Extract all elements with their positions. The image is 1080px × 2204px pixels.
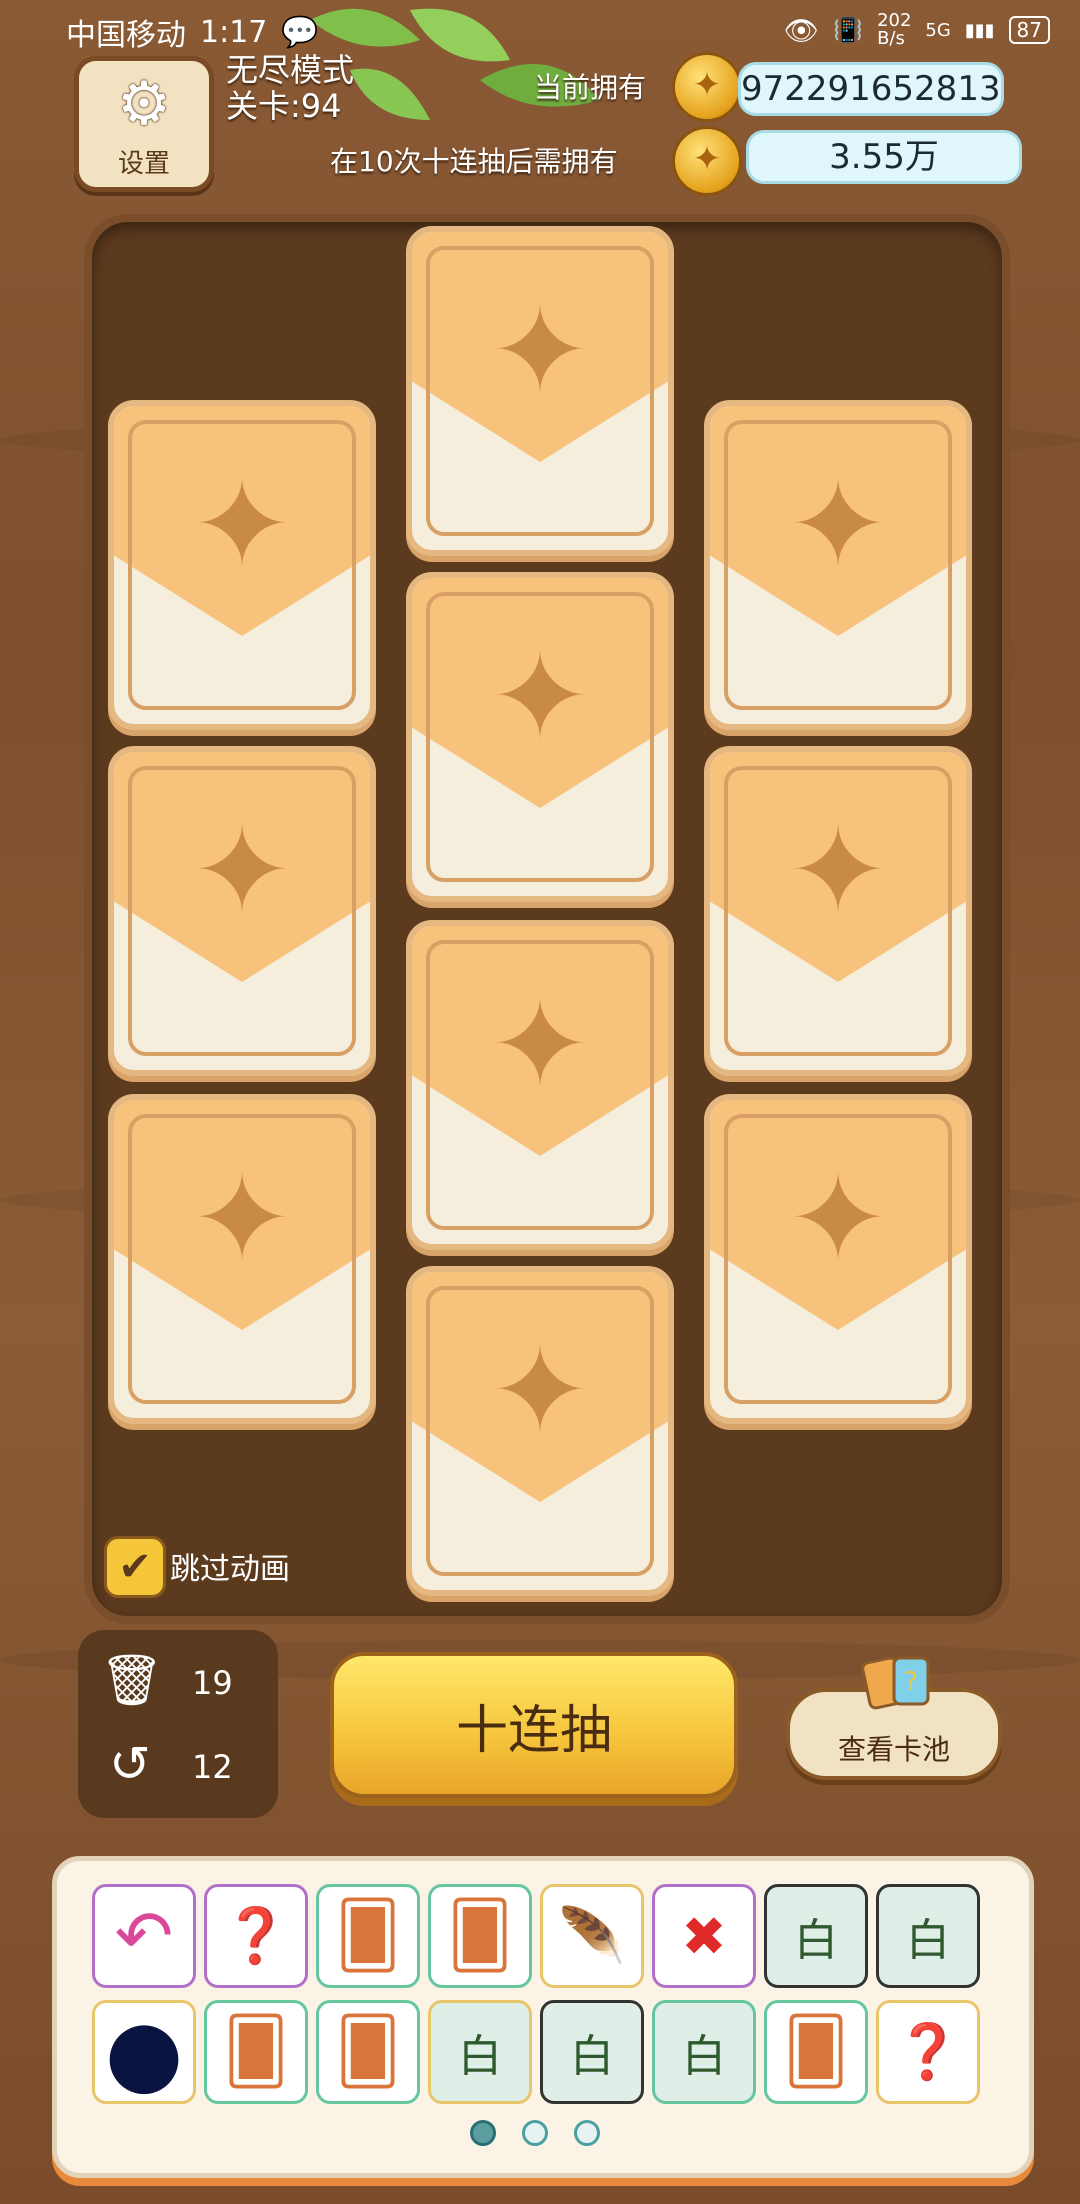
settings-label: 设置	[117, 148, 170, 179]
star-icon: ✦	[191, 802, 293, 941]
trash-count: 19	[192, 1664, 233, 1702]
ten-draw-button[interactable]: 十连抽	[330, 1652, 738, 1798]
skip-animation-checkbox[interactable]: ✔	[104, 1536, 166, 1598]
signal-icon: ▮▮▮	[964, 19, 995, 41]
eye-icon: 👁	[783, 13, 820, 47]
svg-text:?: ?	[904, 1667, 918, 1697]
undo-count: 12	[192, 1748, 233, 1786]
black-hole-icon[interactable]: ●	[92, 2000, 196, 2105]
pager-dot[interactable]	[574, 2120, 600, 2146]
required-coins-value: 3.55万	[746, 130, 1022, 184]
mystery-card-icon[interactable]: ❓	[876, 2000, 980, 2104]
card-back[interactable]: ✦	[406, 572, 674, 902]
trash-icon[interactable]: 🗑	[100, 1650, 163, 1710]
swap-tile-icon[interactable]: 白	[428, 2000, 532, 2104]
star-icon: ✦	[191, 456, 293, 595]
wechat-icon: 💬	[281, 14, 319, 50]
coin-icon	[672, 52, 742, 122]
current-coins-label: 当前拥有	[534, 71, 647, 104]
ten-draw-label: 十连抽	[455, 1700, 612, 1761]
card-back[interactable]: ✦	[108, 746, 376, 1076]
feather-icon[interactable]: 🪶	[540, 1884, 644, 1988]
star-icon: ✦	[787, 1150, 889, 1289]
star-icon: ✦	[787, 802, 889, 941]
pager-dot[interactable]	[470, 2120, 496, 2146]
star-icon: ✦	[489, 1322, 591, 1461]
card-back[interactable]: ✦	[704, 1094, 972, 1424]
pager	[470, 2120, 600, 2146]
battery-icon: 87	[1008, 16, 1050, 44]
red-cross-question-icon[interactable]: ✖	[652, 1884, 756, 1988]
white-tile-icon[interactable]: 白	[540, 2000, 644, 2104]
current-coins-value: 9722916528138815亿	[738, 62, 1004, 116]
carrier-label: 中国移动	[66, 18, 186, 53]
net-speed-label: 202 B/s	[877, 10, 912, 49]
coin-cards-x2-icon[interactable]: 🂠	[316, 2000, 420, 2104]
coin-cards-x2-icon[interactable]: 🂠	[764, 2000, 868, 2104]
card-back[interactable]: ✦	[406, 1266, 674, 1596]
mystery-card-icon[interactable]: ❓	[204, 1884, 308, 1988]
vibrate-icon: 📳	[833, 16, 864, 44]
settings-button[interactable]: ⚙ 设置	[74, 56, 214, 192]
white-tile-icon[interactable]: 白	[652, 2000, 756, 2104]
star-icon: ✦	[489, 628, 591, 767]
card-back[interactable]: ✦	[108, 400, 376, 730]
card-pool-icon: ?	[861, 1656, 930, 1710]
network-label: 5G	[925, 19, 951, 41]
view-pool-button[interactable]: ? 查看卡池	[786, 1656, 1002, 1780]
mode-title: 无尽模式	[226, 51, 355, 89]
view-pool-label: 查看卡池	[837, 1733, 950, 1766]
mode-info: 无尽模式 关卡:94	[226, 52, 354, 124]
undo-arrow-icon[interactable]: ↶	[92, 1884, 196, 1988]
white-tile-icon[interactable]: 白	[764, 1884, 868, 1988]
star-icon: ✦	[191, 1150, 293, 1289]
status-bar: 中国移动 1:17 💬 👁 📳 202 B/s 5G ▮▮▮ 87	[0, 0, 1080, 62]
gear-icon: ⚙	[117, 68, 171, 139]
counter-panel: 🗑 19 ↺ 12	[78, 1630, 278, 1818]
coin-cards-x2-icon[interactable]: 🂠	[428, 1884, 532, 1988]
white-tile-icon[interactable]: 白	[876, 1884, 980, 1988]
star-icon: ✦	[489, 282, 591, 421]
coin-cards-x2-icon[interactable]: 🂠	[316, 1884, 420, 1988]
required-coins-label: 在10次十连抽后需拥有	[330, 145, 618, 178]
skip-animation-label: 跳过动画	[170, 1552, 290, 1587]
card-back[interactable]: ✦	[108, 1094, 376, 1424]
undo-icon[interactable]: ↺	[100, 1734, 160, 1794]
level-label: 关卡:94	[226, 87, 342, 125]
card-back[interactable]: ✦	[406, 920, 674, 1250]
coin-icon	[672, 126, 742, 196]
pager-dot[interactable]	[522, 2120, 548, 2146]
clock-label: 1:17	[200, 14, 268, 50]
card-back[interactable]: ✦	[406, 226, 674, 556]
coin-cards-x2-icon[interactable]: 🂠	[204, 2000, 308, 2104]
card-back[interactable]: ✦	[704, 400, 972, 730]
card-back[interactable]: ✦	[704, 746, 972, 1076]
star-icon: ✦	[489, 976, 591, 1115]
star-icon: ✦	[787, 456, 889, 595]
